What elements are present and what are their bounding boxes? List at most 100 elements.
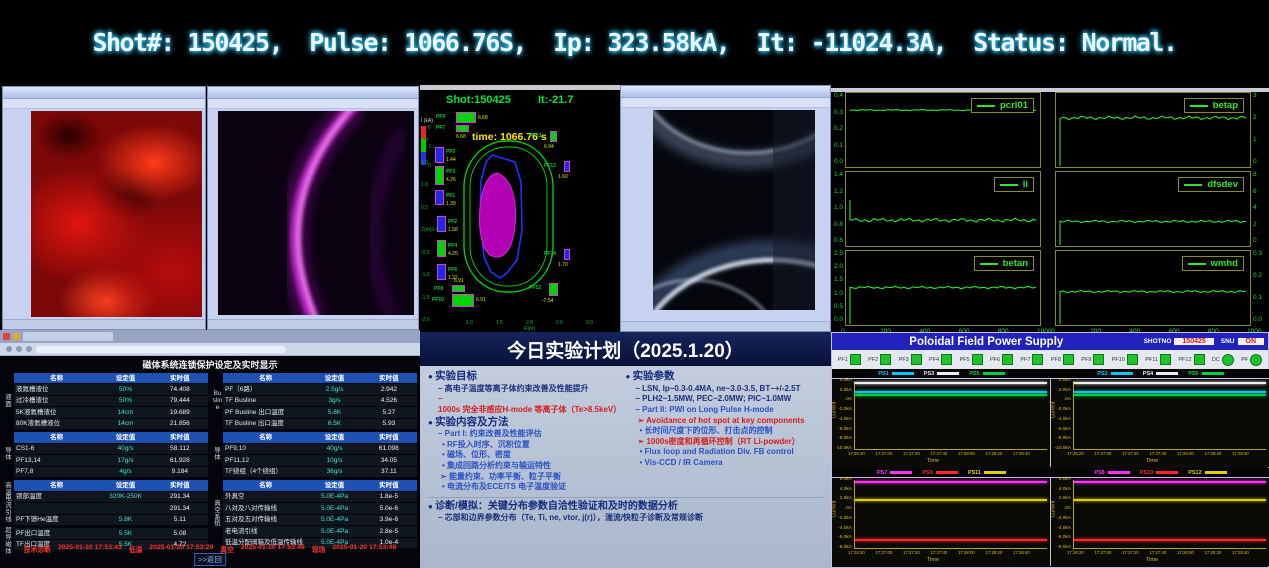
cell-name: 八对及八对传输线 (223, 503, 308, 513)
magnet-group: 液面名称设定值实时值液氮槽液位50%74.408过冷槽液位50%79.4445K… (3, 373, 208, 430)
cell-setpoint: 10g/s (308, 455, 360, 465)
pf-coil-value: 6.94 (544, 144, 554, 150)
axis-tick-label: 17:28:40 (1232, 451, 1249, 456)
window-statusbar (208, 319, 418, 329)
cell-name (14, 503, 99, 513)
axis-tick-label: 17:27:20 (903, 550, 920, 555)
status-light-icon (1032, 354, 1043, 365)
axis-tick-label: -2.0 (421, 317, 430, 323)
slide-bullet: 实验内容及方法 (428, 416, 626, 430)
axis-tick-label: -6.0kA (833, 535, 852, 540)
status-label: 现场 (312, 544, 326, 554)
refresh-icon[interactable] (26, 346, 32, 352)
column-header: 名称 (14, 373, 99, 383)
legend-item: PS1 (878, 371, 913, 377)
pf-indicator-label: PF10 (1112, 357, 1125, 363)
legend-line (1205, 471, 1227, 474)
magnet-table-header: 名称设定值实时值 (14, 432, 208, 442)
status-light-icon (1063, 354, 1074, 365)
scope-legend: pcrl01 (971, 98, 1034, 113)
legend-item: PS9 (922, 470, 957, 476)
cell-realtime: 19.689 (152, 407, 208, 417)
column-header: 实时值 (361, 373, 417, 383)
table-row: CS1-640g/s58.112 (14, 444, 208, 454)
power-trace-ps9 (855, 539, 1047, 541)
axis-tick-label: 4 (1253, 204, 1257, 211)
table-row: 过冷槽液位50%79.444 (14, 396, 208, 406)
pf-coil-value: 1.39 (446, 201, 456, 207)
axis-tick-label: 2.0kA (833, 388, 852, 393)
magnet-table-header: 名称设定值实时值 (223, 373, 417, 383)
browser-tab[interactable] (23, 332, 113, 341)
pf-indicator: PF (1241, 354, 1262, 366)
axis-tick-label: 2.0kA (1052, 388, 1071, 393)
legend-line (936, 471, 958, 474)
power-trace-ps6 (1074, 394, 1266, 396)
cell-name: PF（6路） (223, 384, 308, 394)
pf-coil-box (452, 294, 474, 307)
pf-coil-box (564, 161, 570, 172)
axis-tick-label: 0.5 (421, 205, 428, 211)
axis-tick-label: .0A (1052, 506, 1071, 511)
cell-name: PF13,14 (14, 455, 99, 465)
axis-tick-label: 17:28:00 (958, 451, 975, 456)
pf-indicator-pf7: PF7 (1020, 354, 1043, 365)
axis-tick-label: 1.0 (421, 182, 428, 188)
axis-tick-label: -8.0kA (833, 436, 852, 441)
axis-tick-label: 17:28:20 (1205, 451, 1222, 456)
slide-body: 实验目标高电子温度等离子体约束改善及性能提升1000s 完全非感应H-mode … (420, 366, 831, 568)
legend-label: PS6 (1188, 371, 1198, 377)
forward-icon[interactable] (16, 346, 22, 352)
pf-indicator-pf1: PF1 (838, 354, 861, 365)
magnet-table-header: 名称设定值实时值 (14, 373, 208, 383)
pf-indicator-label: PF8 (1051, 357, 1061, 363)
pf-coil-value: 4.26 (446, 177, 456, 183)
magnet-table-header: 名称设定值实时值 (223, 432, 417, 442)
shotno-label: SHOTNO (1144, 338, 1172, 345)
cell-name: PF9,10 (223, 444, 308, 454)
slide-bullet: 磁场、位形、密度 (442, 450, 626, 461)
pf-coil-label: PF7 (436, 125, 445, 131)
browser-address-bar[interactable] (0, 343, 420, 355)
cell-setpoint: 4g/s (99, 467, 151, 477)
back-link[interactable]: >>返回 (194, 553, 226, 566)
pf-indicator-pf8: PF8 (1051, 354, 1074, 365)
cell-realtime: 79.444 (152, 396, 208, 406)
axis-tick-label: 1.0 (831, 290, 843, 297)
window-titlebar[interactable] (3, 87, 205, 99)
window-titlebar[interactable] (621, 86, 830, 98)
legend-label: PS7 (877, 470, 887, 476)
axis-tick-label: 4.0kA (1052, 487, 1071, 492)
url-field[interactable] (36, 346, 286, 353)
pf-indicator-label: PF12 (1178, 357, 1191, 363)
back-icon[interactable] (6, 346, 12, 352)
shotno-value: 150425 (1174, 338, 1213, 345)
pf-indicator-pf12: PF12 (1178, 354, 1204, 365)
window-titlebar[interactable] (208, 87, 418, 99)
cell-name: TF Busline (223, 396, 308, 406)
legend-label: li (1023, 179, 1028, 190)
control-room-display: Shot#: 150425, Pulse: 1066.76S, Ip: 323.… (0, 0, 1269, 568)
pf-indicator-pf9: PF9 (1081, 354, 1104, 365)
legend-item: PS6 (1188, 371, 1223, 377)
pf-indicator-label: PF6 (990, 357, 1000, 363)
camera-window-visible (620, 85, 831, 332)
magnet-group: 真空系统名称设定值实时值外真空5.0E-4Pa1.8e-5八对及八对传输线5.0… (212, 480, 417, 549)
window-menubar[interactable] (208, 99, 418, 109)
cell-name: 液氮槽液位 (14, 384, 99, 394)
pf-chart: Current6.0kA4.0kA2.0kA.0A-2.0kA-4.0kA-6.… (832, 478, 1051, 566)
window-menubar[interactable] (621, 98, 830, 108)
axis-tick-label: 6.0kA (1052, 477, 1071, 482)
window-menubar[interactable] (3, 99, 205, 109)
column-header: 名称 (223, 480, 308, 490)
legend-line (1184, 184, 1202, 186)
pf-chart-legend: PS8PS10PS12 (1051, 468, 1269, 478)
pf-coil-value: 6.68 (456, 134, 466, 140)
table-row: PF Busline 出口温度5.8K5.27 (223, 407, 417, 417)
cell-name: TF绕组（4个绕组） (223, 467, 308, 477)
slide-bullet: 1000s 完全非感应H-mode 等离子体（Te>8.5keV） (438, 394, 626, 415)
cell-setpoint: 5.0E-4Pa (308, 503, 360, 513)
legend-item: PS4 (1143, 371, 1178, 377)
axis-tick-label: 1.0 (466, 320, 473, 326)
pf-coil-box (437, 264, 446, 280)
